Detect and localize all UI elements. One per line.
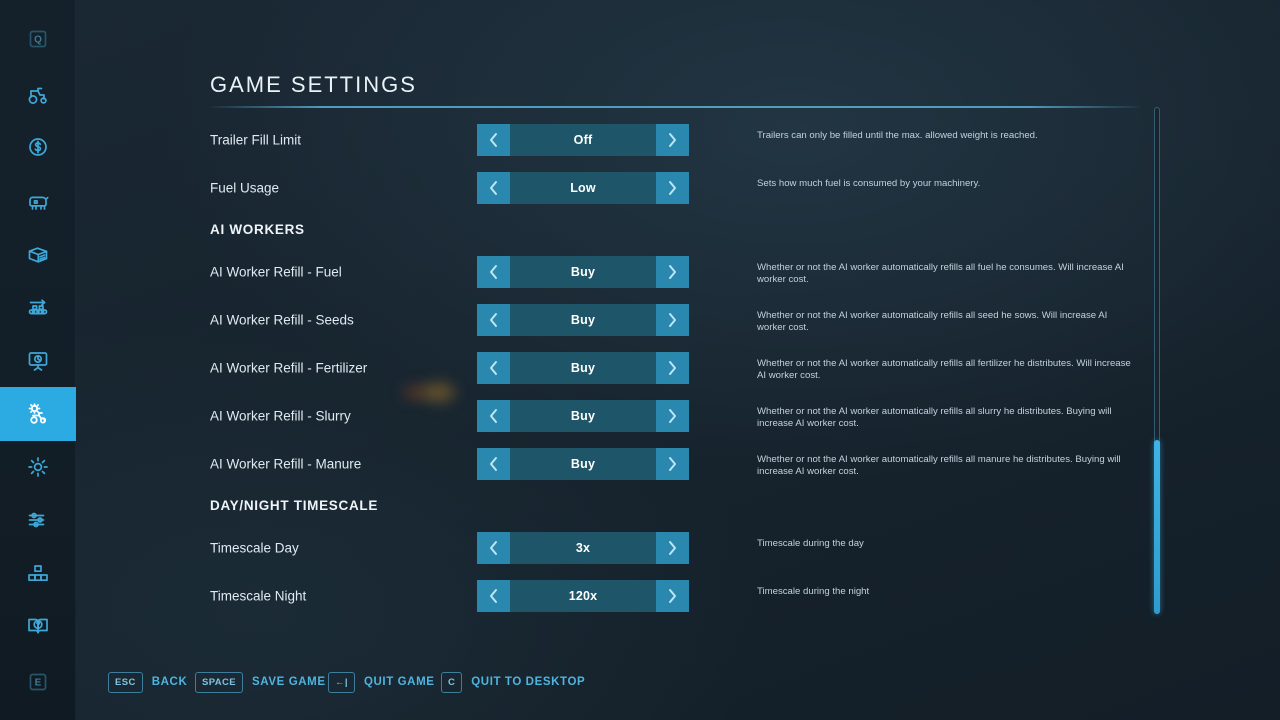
setting-value: Buy — [570, 409, 596, 423]
chevron-right-icon[interactable] — [656, 352, 689, 384]
settings-row: Fuel Usage Low Sets how much fuel is consu… — [0, 172, 1280, 204]
keycap-backspace: ←| — [328, 671, 355, 693]
settings-row: AI Worker Refill - Seeds Buy Whether or no… — [0, 304, 1280, 336]
footer-hint[interactable]: SPACE SAVE GAME — [195, 660, 326, 704]
chevron-right-icon[interactable] — [656, 256, 689, 288]
chevron-left-icon[interactable] — [477, 256, 510, 288]
footer-hint-label: QUIT GAME — [363, 676, 435, 688]
footer-hint-label: QUIT TO DESKTOP — [471, 676, 586, 688]
chevron-right-icon[interactable] — [656, 400, 689, 432]
keycap-space: SPACE — [195, 671, 244, 693]
chevron-left-icon[interactable] — [477, 400, 510, 432]
setting-description: Trailers can only be filled until the ma… — [757, 130, 1038, 141]
keycap-esc: ESC — [108, 671, 143, 693]
footer-hint-label: SAVE GAME — [252, 676, 326, 688]
setting-value: Off — [573, 133, 593, 147]
setting-value-selector[interactable]: Buy — [477, 304, 689, 336]
settings-section-header: AI WORKERS — [210, 222, 305, 237]
setting-label: AI Worker Refill - Fertilizer — [210, 360, 368, 376]
footer-hint[interactable]: ESC BACK — [108, 660, 187, 704]
setting-value-selector[interactable]: Buy — [477, 448, 689, 480]
setting-value-selector[interactable]: Buy — [477, 400, 689, 432]
setting-value-selector[interactable]: Buy — [477, 352, 689, 384]
settings-section-header: DAY/NIGHT TIMESCALE — [210, 498, 379, 513]
footer-hint[interactable]: C QUIT TO DESKTOP — [441, 660, 585, 704]
scrollbar-thumb[interactable] — [1154, 440, 1160, 614]
settings-row: Trailer Fill Limit Off Trailers can only b… — [0, 124, 1280, 156]
setting-label: AI Worker Refill - Manure — [210, 456, 362, 472]
chevron-left-icon[interactable] — [477, 304, 510, 336]
setting-value-selector[interactable]: 120x — [477, 580, 689, 612]
setting-label: Trailer Fill Limit — [210, 132, 301, 148]
chevron-right-icon[interactable] — [656, 580, 689, 612]
chevron-left-icon[interactable] — [477, 352, 510, 384]
chevron-right-icon[interactable] — [656, 532, 689, 564]
settings-row: AI Worker Refill - Manure Buy Whether or n… — [0, 448, 1280, 480]
footer-hint[interactable]: ←| QUIT GAME — [328, 660, 435, 704]
setting-value: Buy — [570, 361, 596, 375]
setting-label: AI Worker Refill - Seeds — [210, 312, 354, 328]
setting-value-selector[interactable]: 3x — [477, 532, 689, 564]
chevron-left-icon[interactable] — [477, 532, 510, 564]
setting-description: Whether or not the AI worker automatical… — [757, 454, 1121, 478]
setting-label: Fuel Usage — [210, 180, 280, 196]
setting-label: Timescale Night — [210, 588, 307, 604]
chevron-left-icon[interactable] — [477, 124, 510, 156]
setting-value-selector[interactable]: Buy — [477, 256, 689, 288]
setting-description: Timescale during the night — [757, 586, 870, 597]
chevron-right-icon[interactable] — [656, 304, 689, 336]
setting-label: Timescale Day — [210, 540, 299, 556]
chevron-right-icon[interactable] — [656, 448, 689, 480]
settings-row: AI Worker Refill - Fertilizer Buy Whether … — [0, 352, 1280, 384]
setting-label: AI Worker Refill - Slurry — [210, 408, 351, 424]
chevron-left-icon[interactable] — [477, 448, 510, 480]
game-settings-screen: QE GAME SETTINGS Trailer Fill Limit Off Tr… — [0, 0, 1280, 720]
settings-row: AI Worker Refill - Fuel Buy Whether or not… — [0, 256, 1280, 288]
setting-description: Whether or not the AI worker automatical… — [757, 310, 1108, 334]
settings-row: AI Worker Refill - Slurry Buy Whether or n… — [0, 400, 1280, 432]
setting-value-selector[interactable]: Low — [477, 172, 689, 204]
setting-description: Whether or not the AI worker automatical… — [757, 358, 1131, 382]
chevron-right-icon[interactable] — [656, 124, 689, 156]
setting-value: Buy — [570, 265, 596, 279]
setting-value-selector[interactable]: Off — [477, 124, 689, 156]
setting-description: Whether or not the AI worker automatical… — [757, 262, 1124, 286]
setting-description: Timescale during the day — [757, 538, 864, 549]
setting-label: AI Worker Refill - Fuel — [210, 264, 342, 280]
settings-list: Trailer Fill Limit Off Trailers can only b… — [0, 0, 1280, 720]
footer-hint-label: BACK — [151, 676, 188, 688]
setting-description: Whether or not the AI worker automatical… — [757, 406, 1112, 430]
chevron-left-icon[interactable] — [477, 172, 510, 204]
settings-row: Timescale Night 120x Timescale during the … — [0, 580, 1280, 612]
setting-value: Buy — [570, 313, 596, 327]
setting-value: 120x — [568, 589, 598, 603]
settings-row: Timescale Day 3x Timescale during the day — [0, 532, 1280, 564]
setting-value: Buy — [570, 457, 596, 471]
chevron-right-icon[interactable] — [656, 172, 689, 204]
setting-value: Low — [570, 181, 596, 195]
keycap-c: C — [441, 671, 463, 693]
setting-value: 3x — [575, 541, 591, 555]
chevron-left-icon[interactable] — [477, 580, 510, 612]
setting-description: Sets how much fuel is consumed by your m… — [757, 178, 981, 189]
footer-hint-bar: ESC BACK SPACE SAVE GAME ←| QUIT GAME C QUIT TO… — [0, 660, 1280, 704]
